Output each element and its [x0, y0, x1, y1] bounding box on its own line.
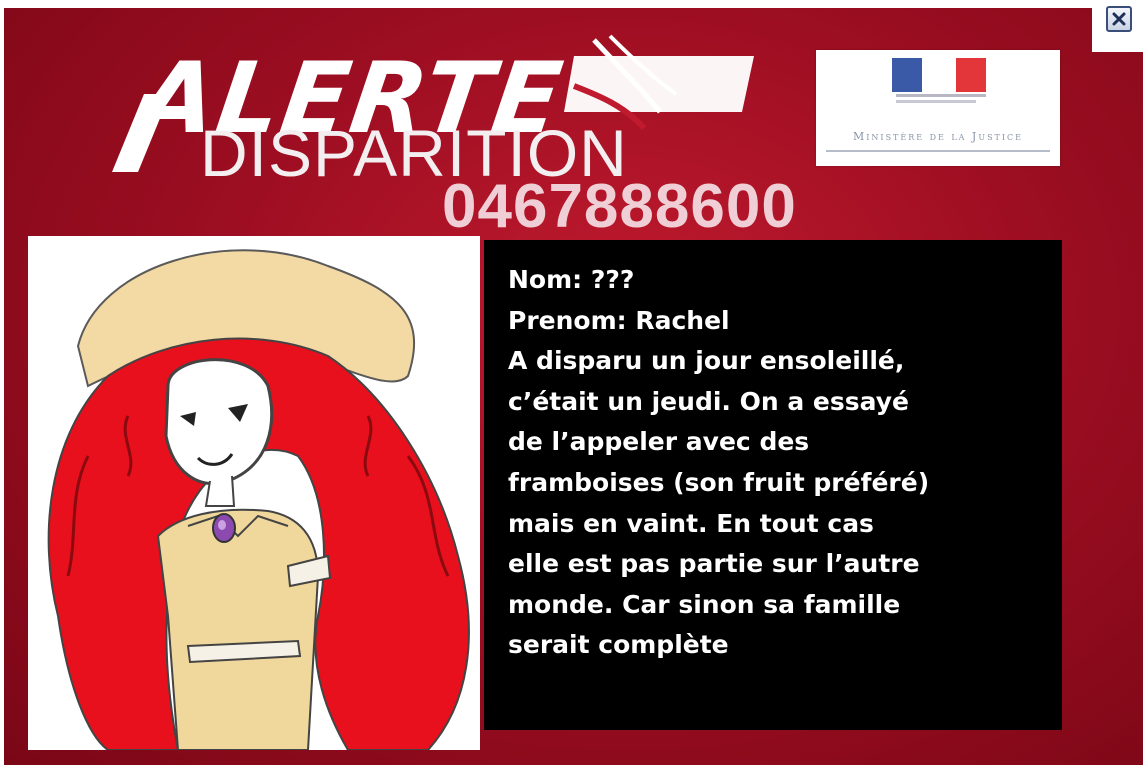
phone-number: 0467888600	[442, 172, 797, 241]
alert-poster: ALERTE DISPARITION 0467888600 Ministère …	[0, 0, 1143, 765]
info-line: mais en vaint. En tout cas	[508, 508, 874, 538]
info-line-name: Nom: ???	[508, 265, 635, 294]
brooch-shine	[218, 520, 226, 530]
info-line: de l’appeler avec des	[508, 427, 810, 457]
alerte-disparition-logo: ALERTE DISPARITION	[104, 32, 764, 186]
close-button[interactable]	[1106, 6, 1132, 32]
character-drawing	[47, 249, 470, 750]
left-border	[0, 0, 4, 765]
dress	[156, 508, 320, 750]
ministry-name: Ministère de la Justice	[852, 130, 1024, 143]
ministry-rule	[826, 150, 1050, 152]
french-flag-icon	[892, 58, 986, 103]
ministry-logo: Ministère de la Justice	[816, 50, 1060, 166]
info-line: A disparu un jour ensoleillé,	[508, 346, 905, 376]
info-line: serait complète	[508, 630, 729, 660]
top-border	[0, 0, 1143, 8]
missing-person-drawing	[28, 236, 480, 750]
info-line: c’était un jeudi. On a essayé	[508, 386, 910, 416]
info-line: framboises (son fruit préféré)	[508, 467, 930, 497]
info-line: elle est pas partie sur l’autre	[508, 549, 920, 579]
info-line: monde. Car sinon sa famille	[508, 589, 901, 619]
logo-bar-right	[564, 56, 754, 112]
info-line-firstname: Prenom: Rachel	[508, 305, 730, 335]
info-panel: Nom: ??? Prenom: Rachel A disparu un jou…	[484, 240, 1062, 730]
close-icon	[1112, 12, 1126, 26]
info-text: Nom: ??? Prenom: Rachel A disparu un jou…	[508, 260, 1048, 666]
